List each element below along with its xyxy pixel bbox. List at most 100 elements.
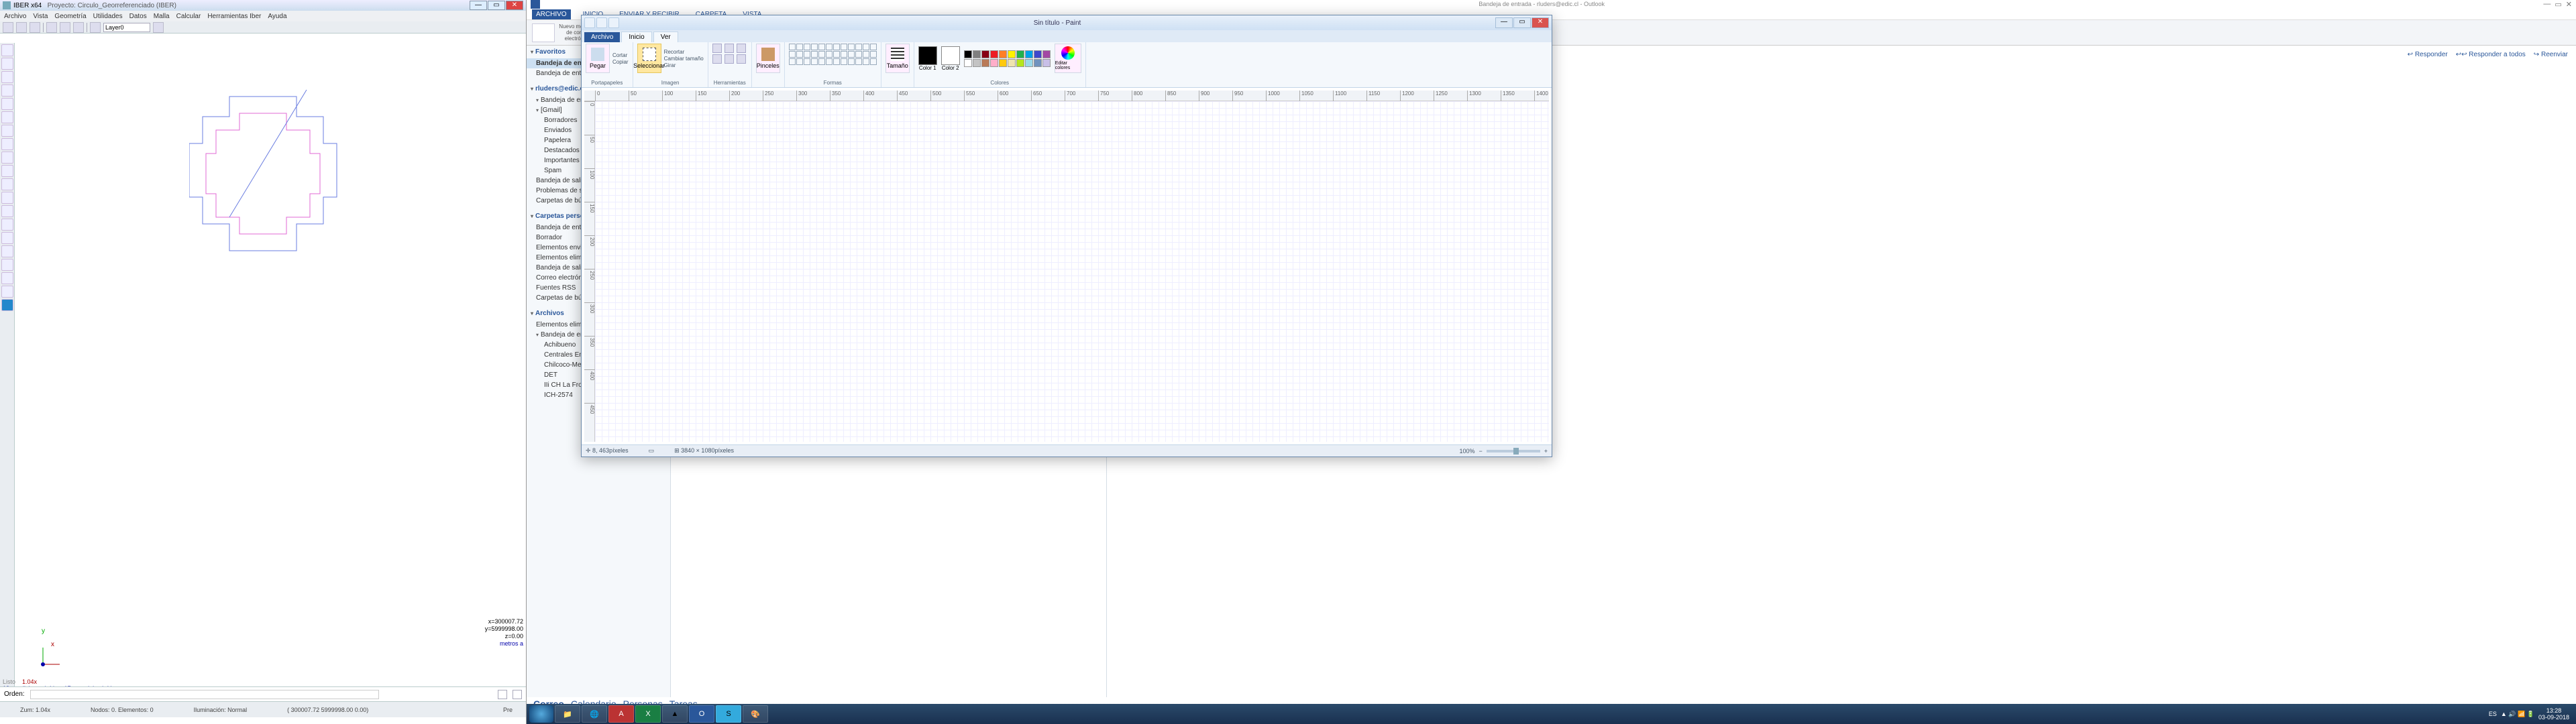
shape-button[interactable]: [796, 44, 803, 50]
iber-menu-item[interactable]: Archivo: [4, 13, 26, 20]
side-tool[interactable]: [1, 245, 13, 257]
zoom-in-button[interactable]: +: [1544, 448, 1548, 455]
iber-canvas[interactable]: y x x=300007.72 y=5999998.00 z=0.00 metr…: [15, 43, 526, 686]
system-tray[interactable]: ES ▲ 🔊 📶 🔋 13:28 03-09-2018: [2489, 707, 2573, 721]
shape-button[interactable]: [870, 44, 877, 50]
shape-button[interactable]: [863, 51, 869, 58]
shape-button[interactable]: [804, 44, 810, 50]
iber-menu-item[interactable]: Utilidades: [93, 13, 123, 20]
side-tool[interactable]: [1, 286, 13, 298]
taskbar-app-chrome[interactable]: 🌐: [582, 705, 607, 723]
shape-button[interactable]: [826, 44, 833, 50]
resize-button[interactable]: Cambiar tamaño: [664, 56, 704, 62]
iber-menu-item[interactable]: Ayuda: [268, 13, 286, 20]
palette-swatch[interactable]: [1016, 50, 1024, 58]
shape-button[interactable]: [841, 58, 847, 65]
cmd-input[interactable]: [30, 690, 379, 699]
shape-button[interactable]: [811, 51, 818, 58]
shape-button[interactable]: [818, 51, 825, 58]
shape-button[interactable]: [789, 44, 796, 50]
taskbar-app-generic[interactable]: ▲: [662, 705, 688, 723]
taskbar-app-explorer[interactable]: 📁: [555, 705, 580, 723]
side-tool[interactable]: [1, 44, 13, 56]
shape-button[interactable]: [789, 58, 796, 65]
zoom-slider[interactable]: [1487, 450, 1540, 452]
pencil-icon[interactable]: [712, 44, 722, 53]
shape-button[interactable]: [796, 58, 803, 65]
side-tool[interactable]: [1, 152, 13, 164]
palette-swatch[interactable]: [973, 59, 981, 67]
shape-button[interactable]: [841, 44, 847, 50]
toolbar-button[interactable]: [60, 22, 70, 33]
tab-inicio[interactable]: Inicio: [621, 32, 651, 42]
iber-titlebar[interactable]: IBER x64 Proyecto: Circulo_Georreferenci…: [0, 0, 526, 11]
shape-button[interactable]: [855, 51, 862, 58]
tray-clock[interactable]: 13:28 03-09-2018: [2538, 707, 2569, 721]
brushes-button[interactable]: Pinceles: [756, 44, 780, 73]
side-tool[interactable]: [1, 192, 13, 204]
shape-button[interactable]: [863, 58, 869, 65]
shape-button[interactable]: [841, 51, 847, 58]
palette-swatch[interactable]: [1016, 59, 1024, 67]
palette-swatch[interactable]: [999, 59, 1007, 67]
shape-button[interactable]: [804, 58, 810, 65]
palette-swatch[interactable]: [1008, 59, 1016, 67]
paint-drawing-sheet[interactable]: [595, 101, 1549, 442]
shape-button[interactable]: [870, 58, 877, 65]
side-tool[interactable]: [1, 259, 13, 271]
layer-combobox[interactable]: Layer0: [103, 23, 150, 32]
qat-undo-icon[interactable]: [596, 17, 607, 28]
palette-swatch[interactable]: [964, 50, 972, 58]
new-mail-button[interactable]: [532, 23, 555, 42]
iber-menu-item[interactable]: Vista: [33, 13, 48, 20]
taskbar-app-outlook[interactable]: O: [689, 705, 714, 723]
shape-button[interactable]: [804, 51, 810, 58]
select-button[interactable]: Seleccionar: [637, 44, 661, 73]
side-tool[interactable]: [1, 205, 13, 217]
taskbar-app-skype[interactable]: S: [716, 705, 741, 723]
forward-button[interactable]: ↪ Reenviar: [2534, 51, 2568, 58]
reply-button[interactable]: ↩ Responder: [2408, 51, 2448, 58]
tray-lang[interactable]: ES: [2489, 711, 2497, 717]
crop-button[interactable]: Recortar: [664, 49, 704, 55]
cmd-option-button[interactable]: [498, 690, 507, 699]
outlook-close-button[interactable]: ✕: [2566, 0, 2572, 9]
palette-swatch[interactable]: [1025, 59, 1033, 67]
copy-button[interactable]: Copiar: [612, 59, 629, 65]
layer-toggle-button[interactable]: [90, 22, 101, 33]
text-icon[interactable]: [737, 44, 746, 53]
shape-button[interactable]: [848, 51, 855, 58]
iber-max-button[interactable]: ▭: [488, 1, 505, 10]
toolbar-button[interactable]: [30, 22, 40, 33]
palette-swatch[interactable]: [1034, 59, 1042, 67]
shape-button[interactable]: [863, 44, 869, 50]
paste-button[interactable]: Pegar: [586, 44, 610, 73]
toolbar-button[interactable]: [16, 22, 27, 33]
outlook-min-button[interactable]: —: [2543, 0, 2551, 9]
shape-button[interactable]: [848, 58, 855, 65]
toolbar-button[interactable]: [73, 22, 84, 33]
shape-button[interactable]: [818, 58, 825, 65]
tab-ver[interactable]: Ver: [653, 32, 678, 42]
side-tool[interactable]: [1, 178, 13, 190]
iber-menu-item[interactable]: Herramientas Iber: [207, 13, 261, 20]
palette-swatch[interactable]: [1025, 50, 1033, 58]
shape-button[interactable]: [833, 58, 840, 65]
side-tool[interactable]: [1, 219, 13, 231]
paint-max-button[interactable]: ▭: [1513, 17, 1531, 28]
toolbar-button[interactable]: [153, 22, 164, 33]
iber-min-button[interactable]: —: [470, 1, 487, 10]
taskbar-app-pdf[interactable]: A: [608, 705, 634, 723]
side-tool-active[interactable]: [1, 299, 13, 311]
shape-button[interactable]: [811, 58, 818, 65]
zoom-icon[interactable]: [737, 54, 746, 64]
side-tool[interactable]: [1, 58, 13, 70]
tab-archivo[interactable]: ARCHIVO: [532, 9, 571, 19]
outlook-max-button[interactable]: ▭: [2555, 0, 2561, 9]
color2-swatch[interactable]: [941, 46, 960, 65]
iber-menu-item[interactable]: Datos: [129, 13, 147, 20]
side-tool[interactable]: [1, 98, 13, 110]
shape-button[interactable]: [789, 51, 796, 58]
side-tool[interactable]: [1, 71, 13, 83]
shape-button[interactable]: [855, 44, 862, 50]
